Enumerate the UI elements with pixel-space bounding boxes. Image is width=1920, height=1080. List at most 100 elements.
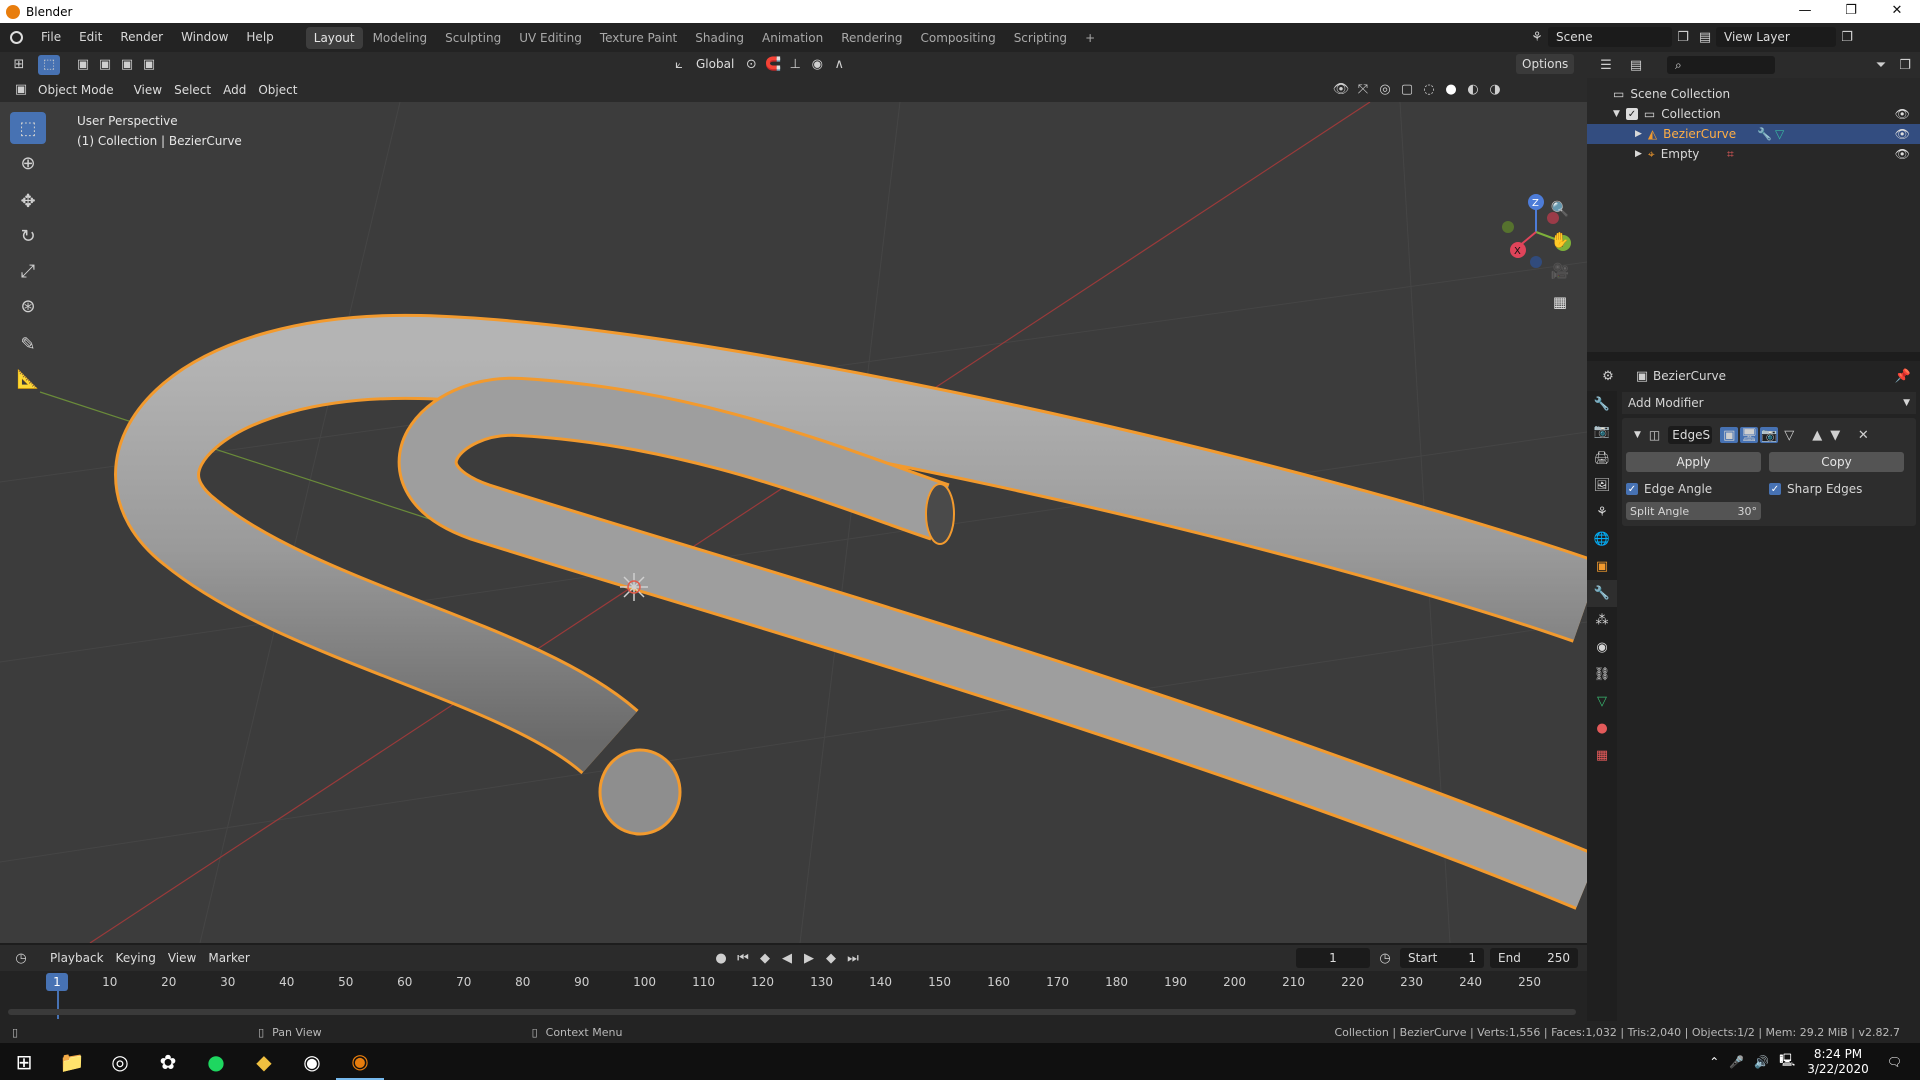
eye-icon[interactable]: 👁 <box>1895 107 1910 121</box>
jump-start-icon[interactable]: ⏮ <box>732 948 754 968</box>
menu-window[interactable]: Window <box>172 23 237 52</box>
tab-compositing[interactable]: Compositing <box>912 27 1003 49</box>
transform-icon[interactable]: ⊛ <box>10 290 46 322</box>
current-frame-field[interactable]: 1 <box>1296 948 1370 968</box>
outliner-item-empty[interactable]: ▶ ⌖ Empty ⌗ 👁 <box>1587 144 1920 164</box>
annotate-icon[interactable]: ✎ <box>10 328 46 360</box>
pin-icon[interactable]: 📌 <box>1892 366 1914 386</box>
texture-tab-icon[interactable]: ▦ <box>1587 742 1617 769</box>
wireframe-shading-icon[interactable]: ◌ <box>1418 79 1440 99</box>
menu-object[interactable]: Object <box>252 80 303 100</box>
edge-angle-checkbox[interactable]: ✓ Edge Angle <box>1626 482 1769 496</box>
move-icon[interactable]: ✥ <box>10 185 46 217</box>
rendered-shading-icon[interactable]: ◑ <box>1484 79 1506 99</box>
expand-arrow-icon[interactable]: ▶ <box>1635 149 1642 159</box>
outliner-editor-icon[interactable]: ☰ <box>1595 55 1617 75</box>
render-toggle-icon[interactable]: 📷 <box>1760 427 1779 443</box>
expand-arrow-icon[interactable]: ▶ <box>1635 129 1642 139</box>
constraints-tab-icon[interactable]: ⛓ <box>1587 661 1617 688</box>
tray-chevron-icon[interactable]: ⌃ <box>1709 1055 1719 1069</box>
end-frame-field[interactable]: End 250 <box>1490 948 1578 968</box>
scene-field[interactable]: Scene <box>1548 27 1672 47</box>
output-tab-icon[interactable]: 🖨 <box>1587 445 1617 472</box>
camera-view-icon[interactable]: 🎥 <box>1546 257 1574 285</box>
tab-modeling[interactable]: Modeling <box>365 27 436 49</box>
remove-modifier-icon[interactable]: ✕ <box>1854 425 1872 445</box>
world-tab-icon[interactable]: 🌐 <box>1587 526 1617 553</box>
timeline-editor-icon[interactable]: ◷ <box>10 948 32 968</box>
copy-button[interactable]: Copy <box>1769 452 1904 472</box>
collection-checkbox[interactable]: ✓ <box>1625 108 1638 120</box>
3d-viewport[interactable]: Z Y X <box>0 102 1587 943</box>
preview-range-icon[interactable]: ◷ <box>1374 948 1396 968</box>
overlay-toggle-icon[interactable]: ◎ <box>1374 79 1396 99</box>
tab-animation[interactable]: Animation <box>754 27 831 49</box>
start-frame-field[interactable]: Start 1 <box>1400 948 1484 968</box>
bezier-curve-object[interactable] <box>114 313 1587 910</box>
apply-button[interactable]: Apply <box>1626 452 1761 472</box>
view-layer-field[interactable]: View Layer <box>1716 27 1836 47</box>
spotify-icon[interactable]: ● <box>192 1043 240 1080</box>
properties-editor-icon[interactable]: ⚙ <box>1597 366 1619 386</box>
tool-tab-icon[interactable]: 🔧 <box>1587 391 1617 418</box>
timeline-ruler[interactable]: 1 10 20 30 40 50 60 70 80 90 100 110 120 130 140 150 16… <box>0 971 1587 1021</box>
chrome-icon[interactable]: ◎ <box>96 1043 144 1080</box>
proportional-edit-icon[interactable]: ◉ <box>806 54 828 74</box>
view-layer-tab-icon[interactable]: 🖼 <box>1587 472 1617 499</box>
scene-icon[interactable]: ⚘ <box>1526 27 1548 47</box>
tab-uv-editing[interactable]: UV Editing <box>511 27 590 49</box>
options-dropdown[interactable]: Options <box>1516 54 1575 74</box>
menu-marker[interactable]: Marker <box>202 948 255 968</box>
menu-view[interactable]: View <box>128 80 168 100</box>
jump-end-icon[interactable]: ⏭ <box>842 948 864 968</box>
gizmo-toggle-icon[interactable]: ⤧ <box>1352 79 1374 99</box>
snap-target-icon[interactable]: ⊥ <box>784 54 806 74</box>
expand-arrow-icon[interactable]: ▼ <box>1613 109 1620 119</box>
tab-layout[interactable]: Layout <box>305 26 363 49</box>
editmode-toggle-icon[interactable]: ▣ <box>1720 427 1739 443</box>
tab-texture-paint[interactable]: Texture Paint <box>592 27 685 49</box>
clock[interactable]: 8:24 PM 3/22/2020 <box>1807 1047 1869 1077</box>
pivot-point-icon[interactable]: ⊙ <box>740 54 762 74</box>
file-explorer-icon[interactable]: 📁 <box>48 1043 96 1080</box>
collection-row[interactable]: ▼ ✓ ▭ Collection 👁 <box>1587 104 1920 124</box>
timeline-scrollbar[interactable] <box>8 1009 1576 1015</box>
play-reverse-icon[interactable]: ◀ <box>776 948 798 968</box>
xray-icon[interactable]: ▢ <box>1396 79 1418 99</box>
split-angle-slider[interactable]: Split Angle 30° <box>1626 502 1761 520</box>
object-tab-icon[interactable]: ▣ <box>1587 553 1617 580</box>
snap-icon[interactable]: 🧲 <box>762 54 784 74</box>
rotate-icon[interactable]: ↻ <box>10 220 46 252</box>
menu-render[interactable]: Render <box>111 23 172 52</box>
tab-scripting[interactable]: Scripting <box>1006 27 1075 49</box>
close-button[interactable]: ✕ <box>1874 0 1920 23</box>
mode-dropdown[interactable]: Object Mode <box>32 80 120 100</box>
sharp-edges-checkbox[interactable]: ✓ Sharp Edges <box>1769 482 1862 496</box>
move-up-icon[interactable]: ▲ <box>1808 425 1826 445</box>
minimize-button[interactable]: — <box>1782 0 1828 23</box>
obs-icon[interactable]: ◉ <box>288 1043 336 1080</box>
menu-timeline-view[interactable]: View <box>162 948 202 968</box>
modifier-tab-icon[interactable]: 🔧 <box>1587 580 1617 607</box>
network-icon[interactable]: 🖳 <box>1779 1051 1795 1072</box>
add-modifier-dropdown[interactable]: Add Modifier ▼ <box>1622 392 1916 414</box>
menu-add[interactable]: Add <box>217 80 252 100</box>
select-mode-new-icon[interactable]: ▣ <box>72 55 94 75</box>
tab-rendering[interactable]: Rendering <box>833 27 910 49</box>
scene-collection-row[interactable]: ▭ Scene Collection <box>1587 84 1920 104</box>
outliner-search-input[interactable]: ⌕ <box>1667 56 1775 74</box>
blender-taskbar-icon[interactable]: ◉ <box>336 1043 384 1080</box>
material-shading-icon[interactable]: ◐ <box>1462 79 1484 99</box>
menu-edit[interactable]: Edit <box>70 23 111 52</box>
select-mode-subtract-icon[interactable]: ▣ <box>116 55 138 75</box>
menu-playback[interactable]: Playback <box>44 948 110 968</box>
zoom-icon[interactable]: 🔍 <box>1546 195 1574 223</box>
volume-icon[interactable]: 🔊 <box>1754 1055 1769 1069</box>
davinci-resolve-icon[interactable]: ✿ <box>144 1043 192 1080</box>
render-tab-icon[interactable]: 📷 <box>1587 418 1617 445</box>
play-icon[interactable]: ▶ <box>798 948 820 968</box>
falloff-icon[interactable]: ∧ <box>828 54 850 74</box>
select-mode-intersect-icon[interactable]: ▣ <box>138 55 160 75</box>
menu-keying[interactable]: Keying <box>110 948 162 968</box>
outliner-item-beziercurve[interactable]: ▶ ◭ BezierCurve 🔧 ▽ 👁 <box>1587 124 1920 144</box>
